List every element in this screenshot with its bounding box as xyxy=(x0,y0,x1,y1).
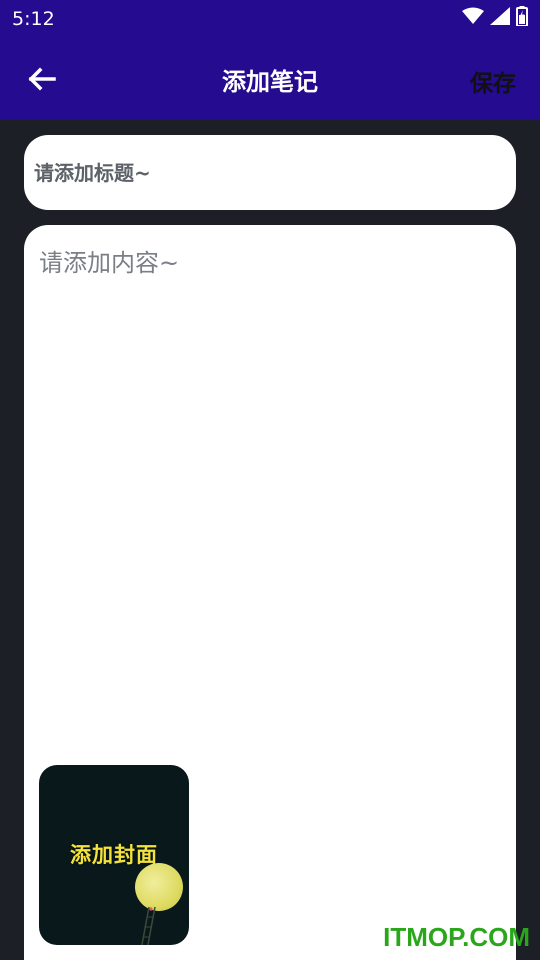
wifi-icon xyxy=(462,7,484,29)
watermark: ITMOP.COM xyxy=(383,922,530,952)
add-cover-button[interactable]: 添加封面 xyxy=(39,765,189,945)
status-icons xyxy=(462,6,528,30)
note-content-input[interactable] xyxy=(39,243,501,753)
ladder-icon xyxy=(141,906,156,945)
app-bar: 添加笔记 保存 xyxy=(0,38,540,120)
status-time: 5:12 xyxy=(12,8,55,30)
screen: 5:12 添加笔记 保存 请添加标题~ 请添加内容~ 添加封面 ITMOP.CO… xyxy=(0,0,540,960)
status-bar: 5:12 xyxy=(0,0,540,38)
save-button[interactable]: 保存 xyxy=(470,64,516,98)
moon-icon xyxy=(135,863,183,911)
signal-icon xyxy=(490,7,510,29)
note-title-field xyxy=(24,135,516,210)
page-title: 添加笔记 xyxy=(222,68,318,96)
note-title-input[interactable] xyxy=(34,160,516,185)
battery-icon xyxy=(516,6,528,30)
